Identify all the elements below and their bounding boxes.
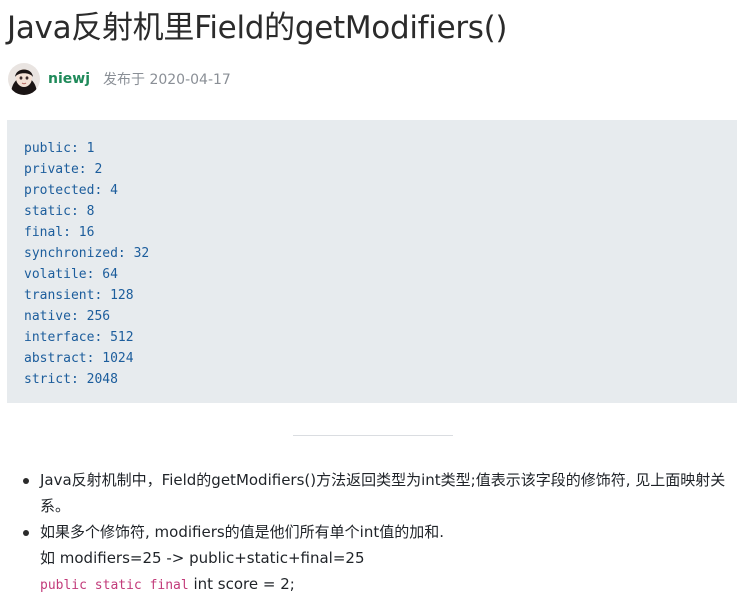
- bullet-icon: [23, 478, 29, 484]
- code-line: native: 256: [24, 309, 111, 324]
- inline-code-rest: int score = 2;: [188, 575, 295, 593]
- inline-code-keywords: public static final: [40, 578, 189, 593]
- publish-date: 发布于 2020-04-17: [103, 72, 231, 88]
- code-line: volatile: 64: [24, 267, 118, 282]
- author-link[interactable]: niewj: [48, 71, 90, 87]
- code-line: final: 16: [24, 225, 95, 240]
- code-line: private: 2: [24, 162, 103, 177]
- code-line: protected: 4: [24, 183, 118, 198]
- code-line: abstract: 1024: [24, 351, 134, 366]
- list-item-text: 如果多个修饰符, modifiers的值是他们所有单个int值的加和.: [40, 523, 444, 541]
- list-item-text: Java反射机制中，Field的getModifiers()方法返回类型为int…: [40, 471, 726, 515]
- avatar[interactable]: [8, 63, 40, 95]
- code-line: strict: 2048: [24, 372, 118, 387]
- code-line: public: 1: [24, 141, 95, 156]
- bullet-icon: [23, 530, 29, 536]
- list-item: 如果多个修饰符, modifiers的值是他们所有单个int值的加和. 如 mo…: [20, 519, 732, 599]
- list-item-example: 如 modifiers=25 -> public+static+final=25: [40, 549, 365, 567]
- notes-list: Java反射机制中，Field的getModifiers()方法返回类型为int…: [20, 467, 732, 599]
- page-title: Java反射机里Field的getModifiers(): [7, 10, 508, 46]
- code-line: static: 8: [24, 204, 95, 219]
- code-line: synchronized: 32: [24, 246, 150, 261]
- code-block: public: 1 private: 2 protected: 4 static…: [7, 120, 737, 403]
- code-line: transient: 128: [24, 288, 134, 303]
- article-meta: niewj 发布于 2020-04-17: [8, 62, 231, 96]
- code-line: interface: 512: [24, 330, 134, 345]
- divider: [293, 435, 453, 436]
- list-item-code-line: public static final int score = 2;: [40, 571, 732, 599]
- list-item: Java反射机制中，Field的getModifiers()方法返回类型为int…: [20, 467, 732, 519]
